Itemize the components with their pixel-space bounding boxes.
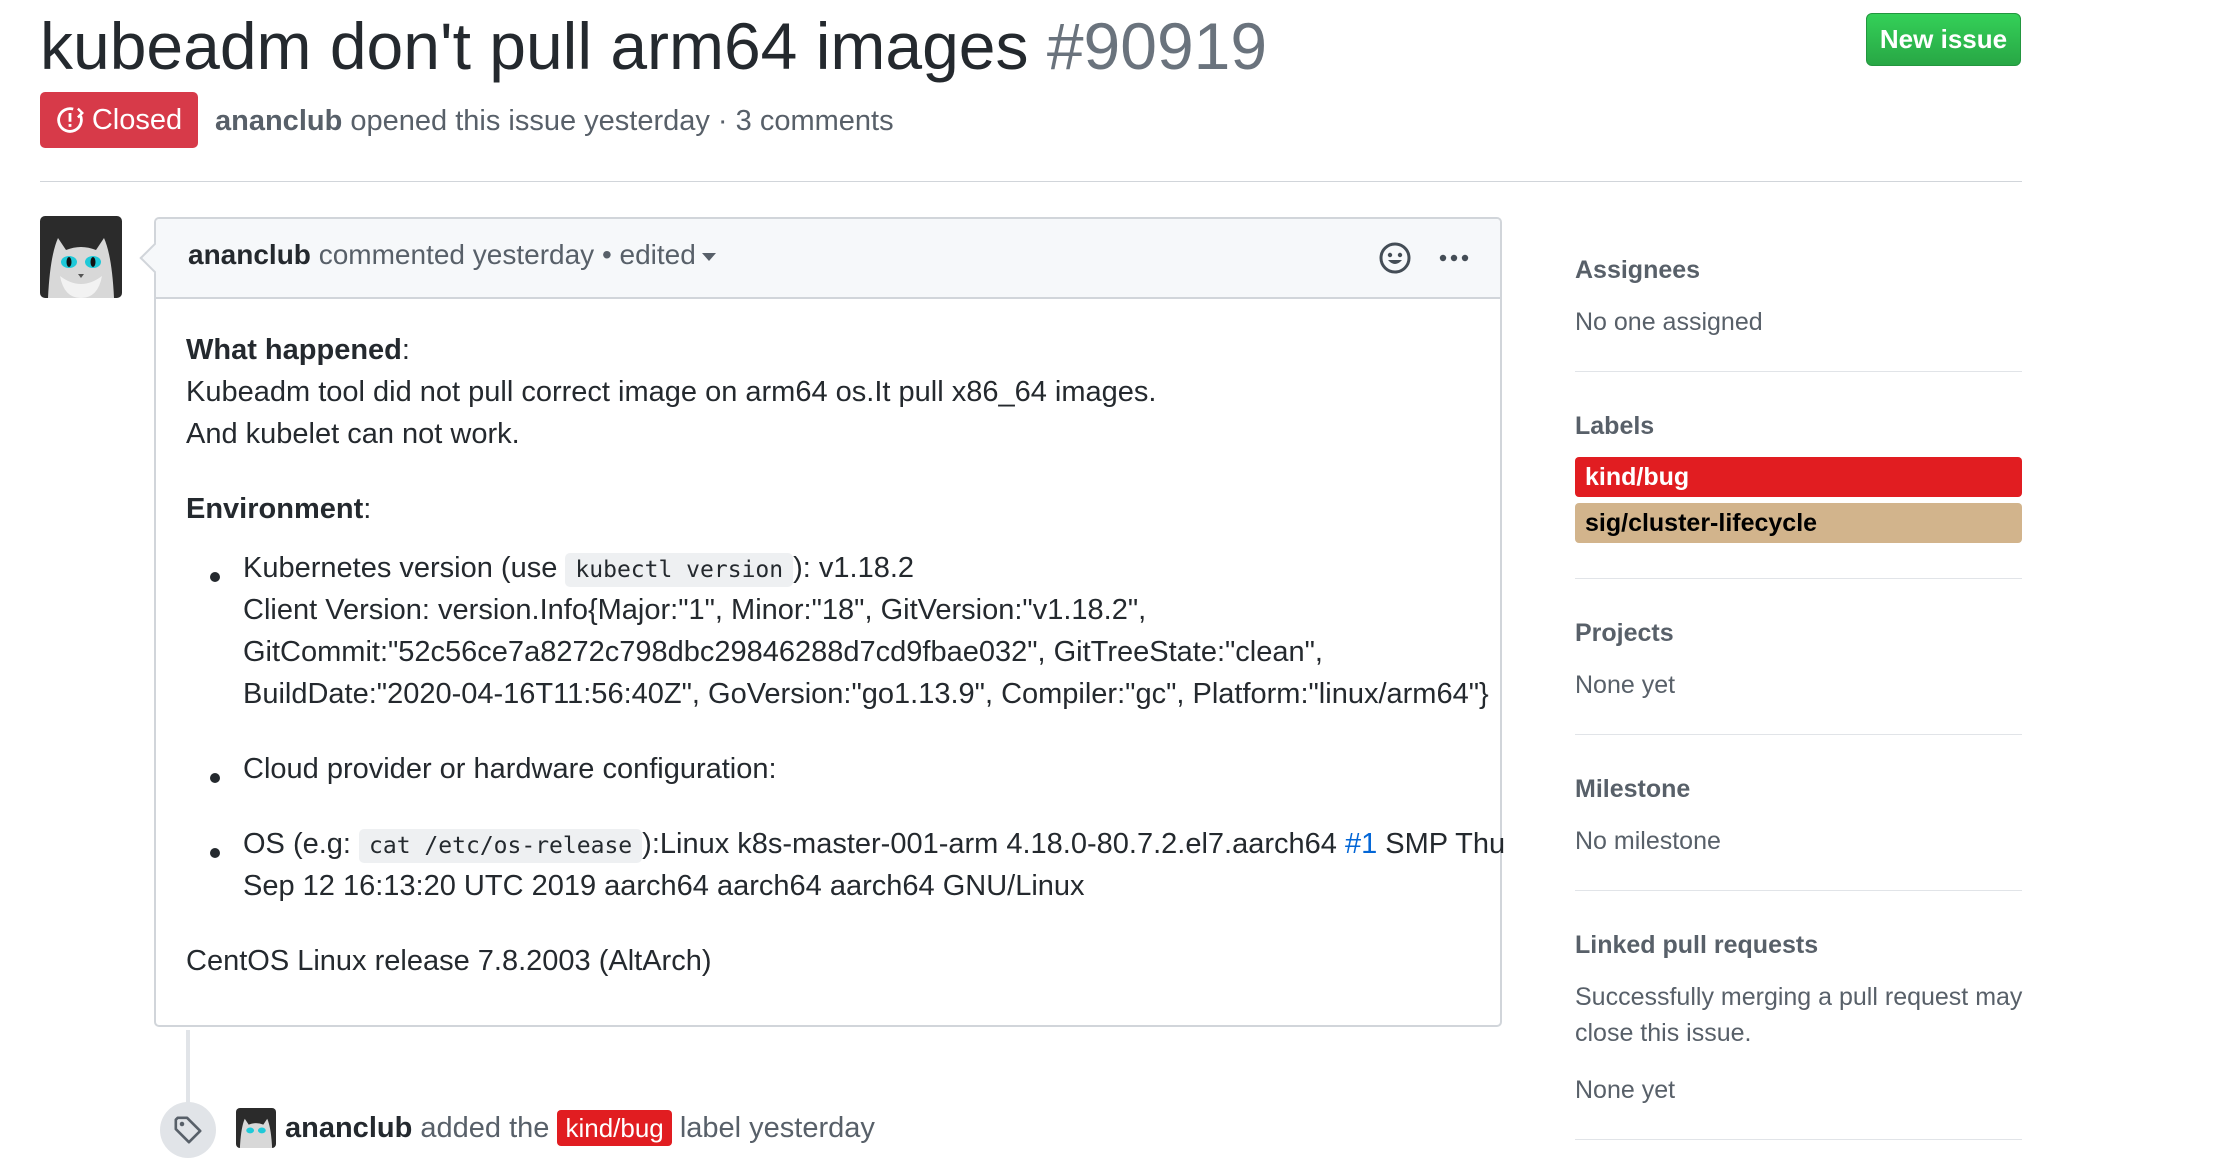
event-suffix: label yesterday xyxy=(679,1112,875,1144)
comment-author-line: ananclub commented yesterday • edited xyxy=(188,239,716,271)
os-line-2: Sep 12 16:13:20 UTC 2019 aarch64 aarch64… xyxy=(243,870,1085,902)
tag-icon xyxy=(160,1102,216,1158)
sidebar-divider xyxy=(1575,734,2022,735)
timeline-line xyxy=(186,1030,190,1110)
environment-heading: Environment: xyxy=(186,493,372,525)
what-happened-line-2: And kubelet can not work. xyxy=(186,418,520,450)
linked-pull-requests-heading[interactable]: Linked pull requests xyxy=(1575,931,1818,960)
labels-heading[interactable]: Labels xyxy=(1575,412,1654,441)
os-item: OS (e.g: cat /etc/os-release):Linux k8s-… xyxy=(243,823,1505,867)
event-actor-link[interactable]: ananclub xyxy=(285,1112,412,1144)
issue-opened-text: opened this issue yesterday · 3 comments xyxy=(350,105,894,137)
cloud-provider-item: Cloud provider or hardware configuration… xyxy=(243,753,777,785)
comment-meta[interactable]: commented yesterday • edited xyxy=(319,239,696,270)
linked-pr-description-2: close this issue. xyxy=(1575,1019,1752,1047)
label-event: ananclub added the kind/bug label yester… xyxy=(285,1108,875,1148)
issue-number: #90919 xyxy=(1046,9,1268,83)
smiley-icon[interactable] xyxy=(1378,241,1412,275)
avatar[interactable] xyxy=(236,1108,276,1148)
avatar[interactable] xyxy=(40,216,122,298)
kebab-menu-icon[interactable] xyxy=(1434,241,1474,275)
client-version-line-1: Client Version: version.Info{Major:"1", … xyxy=(243,594,1147,626)
label-sig-cluster-lifecycle[interactable]: sig/cluster-lifecycle xyxy=(1575,503,2022,543)
linked-pr-value: None yet xyxy=(1575,1076,1676,1104)
bullet-icon xyxy=(210,773,220,783)
issue-title: kubeadm don't pull arm64 images #90919 xyxy=(40,4,1267,88)
sidebar-divider xyxy=(1575,578,2022,579)
sidebar-divider xyxy=(1575,890,2022,891)
client-version-line-3: BuildDate:"2020-04-16T11:56:40Z", GoVers… xyxy=(243,678,1489,710)
what-happened-line-1: Kubeadm tool did not pull correct image … xyxy=(186,376,1157,408)
issue-title-text: kubeadm don't pull arm64 images xyxy=(40,9,1029,83)
linked-pr-description-1: Successfully merging a pull request may xyxy=(1575,983,2023,1011)
bullet-icon xyxy=(210,848,220,858)
assignees-heading[interactable]: Assignees xyxy=(1575,256,1700,285)
comment-author-link[interactable]: ananclub xyxy=(188,239,311,270)
what-happened-heading: What happened: xyxy=(186,334,410,366)
label-kind-bug[interactable]: kind/bug xyxy=(1575,457,2022,497)
chevron-down-icon[interactable] xyxy=(701,252,716,261)
issue-meta: ananclub opened this issue yesterday · 3… xyxy=(215,100,894,142)
sidebar-divider xyxy=(1575,1139,2022,1140)
new-issue-button[interactable]: New issue xyxy=(1866,13,2021,66)
issue-closed-icon xyxy=(57,107,84,133)
inline-code: cat /etc/os-release xyxy=(359,829,643,863)
projects-heading[interactable]: Projects xyxy=(1575,619,1674,648)
header-divider xyxy=(40,181,2022,182)
client-version-line-2: GitCommit:"52c56ce7a8272c798dbc29846288d… xyxy=(243,636,1323,668)
bullet-icon xyxy=(210,572,220,582)
centos-release: CentOS Linux release 7.8.2003 (AltArch) xyxy=(186,945,712,977)
milestone-heading[interactable]: Milestone xyxy=(1575,775,1690,804)
issue-comment: ananclub commented yesterday • edited Wh… xyxy=(154,217,1505,1027)
issue-reference-link[interactable]: #1 xyxy=(1345,828,1377,860)
milestone-value: No milestone xyxy=(1575,827,1721,855)
label-kind-bug[interactable]: kind/bug xyxy=(557,1110,672,1146)
issue-author-link[interactable]: ananclub xyxy=(215,105,342,137)
status-label: Closed xyxy=(91,103,183,136)
projects-value: None yet xyxy=(1575,671,1676,699)
assignees-value: No one assigned xyxy=(1575,308,1763,336)
sidebar-divider xyxy=(1575,371,2022,372)
comment-header: ananclub commented yesterday • edited xyxy=(156,219,1500,299)
inline-code: kubectl version xyxy=(565,553,794,587)
k8s-version-item: Kubernetes version (use kubectl version)… xyxy=(243,547,914,591)
event-text: added the xyxy=(420,1112,550,1144)
status-badge: Closed xyxy=(40,92,198,148)
